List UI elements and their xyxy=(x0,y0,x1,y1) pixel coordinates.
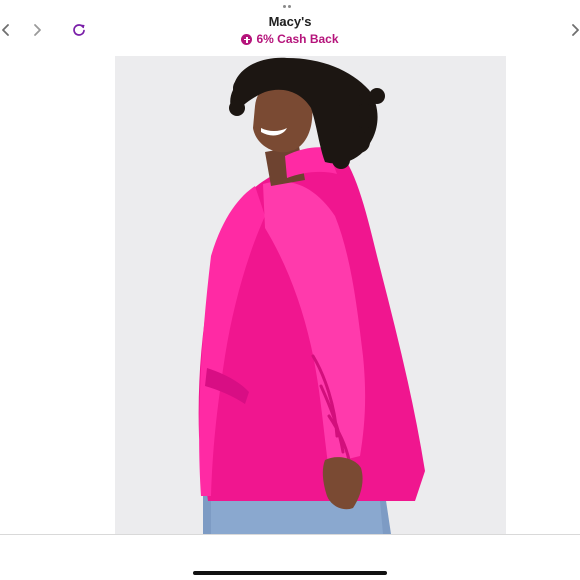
chevron-right-icon xyxy=(572,24,579,36)
grabber-dots-icon[interactable] xyxy=(283,5,297,26)
browser-window: Macy's 6% Cash Back xyxy=(0,0,580,580)
cashback-badge[interactable]: 6% Cash Back xyxy=(241,32,339,47)
page-title-block[interactable]: Macy's 6% Cash Back xyxy=(190,14,390,50)
chevron-left-icon xyxy=(2,24,9,36)
forward-button[interactable] xyxy=(26,19,48,41)
product-photo[interactable] xyxy=(115,56,506,534)
home-indicator[interactable] xyxy=(193,571,387,575)
plus-circle-icon xyxy=(241,34,253,45)
chevron-right-icon xyxy=(34,24,41,36)
back-button[interactable] xyxy=(0,19,12,41)
browser-toolbar: Macy's 6% Cash Back xyxy=(0,0,580,57)
reload-button[interactable] xyxy=(68,19,90,41)
reload-icon xyxy=(73,24,85,36)
model-wearing-blazer-photo xyxy=(115,56,506,534)
cashback-label: 6% Cash Back xyxy=(256,32,339,46)
content-divider xyxy=(0,534,580,535)
site-title: Macy's xyxy=(268,14,312,29)
page-content xyxy=(0,56,580,534)
more-button[interactable] xyxy=(570,19,580,41)
